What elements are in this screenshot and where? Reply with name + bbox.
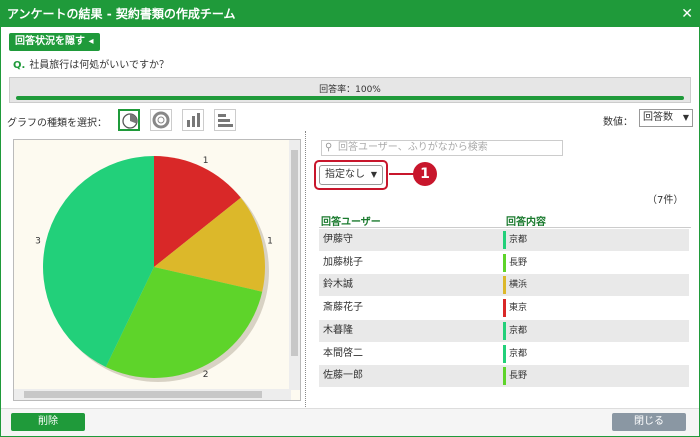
user-name: 斎藤花子	[323, 302, 363, 314]
chart-type-label: グラフの種類を選択：	[7, 118, 107, 129]
answer-color-bar	[503, 299, 506, 318]
close-icon[interactable]: ✕	[681, 1, 693, 27]
survey-result-dialog: アンケートの結果 - 契約書類の作成チーム ✕ 回答状況を隠す ◂ Q. 社員旅行…	[0, 0, 700, 437]
table-row[interactable]: 斎藤花子 東京	[319, 297, 689, 319]
filter-value: 指定なし	[325, 169, 365, 180]
user-name: 本間啓二	[323, 347, 363, 359]
value-select-value: 回答数	[643, 112, 673, 123]
answer-value: 京都	[509, 325, 528, 336]
filter-select[interactable]: 指定なし ▼	[319, 165, 383, 185]
pie-chart: 1 1 2 3	[35, 156, 273, 382]
callout-line	[389, 173, 415, 175]
window-title: アンケートの結果 - 契約書類の作成チーム	[7, 7, 236, 21]
close-button[interactable]: 閉じる	[612, 413, 686, 431]
table-row[interactable]: 加藤桃子 長野	[319, 252, 689, 274]
hide-status-button[interactable]: 回答状況を隠す ◂	[9, 33, 100, 51]
slice-label: 1	[267, 237, 273, 247]
horizontal-scrollbar[interactable]	[14, 389, 291, 400]
chevron-down-icon: ▼	[682, 113, 689, 122]
bar-chart-icon[interactable]	[182, 109, 204, 131]
column-header-user: 回答ユーザー	[321, 217, 381, 228]
table-row[interactable]: 本間啓二 京都	[319, 343, 689, 365]
chart-area: 1 1 2 3	[13, 139, 301, 401]
answer-color-bar	[503, 253, 506, 272]
question-text: 社員旅行は何処がいいですか？	[29, 60, 170, 71]
answer-color-bar	[503, 321, 506, 340]
table-row[interactable]: 木暮隆 京都	[319, 319, 689, 342]
search-icon: ⚲	[325, 142, 333, 153]
table-row[interactable]: 鈴木誠 横浜	[319, 274, 689, 297]
header-divider	[319, 227, 691, 228]
panel-divider[interactable]	[305, 131, 306, 407]
table-row[interactable]: 伊藤守 京都	[319, 229, 689, 251]
result-count: （7件）	[647, 195, 684, 206]
delete-button[interactable]: 削除	[11, 413, 85, 431]
user-name: 加藤桃子	[323, 256, 363, 268]
footer	[1, 408, 699, 436]
slice-label: 3	[35, 237, 41, 247]
scroll-thumb[interactable]	[291, 150, 298, 356]
response-rate-label: 回答率：100%	[319, 85, 381, 95]
answer-color-bar	[503, 367, 506, 386]
value-select[interactable]: 回答数 ▼	[639, 109, 693, 127]
pie-chart-icon[interactable]	[118, 109, 140, 131]
answer-value: 京都	[509, 348, 528, 359]
answer-color-bar	[503, 344, 506, 363]
answer-value: 長野	[509, 257, 528, 268]
user-name: 佐藤一郎	[323, 370, 363, 382]
answer-color-bar	[503, 276, 506, 295]
answer-value: 東京	[509, 303, 528, 314]
user-name: 木暮隆	[323, 324, 353, 336]
scroll-thumb[interactable]	[24, 391, 262, 398]
response-rate-panel: 回答率：100%	[9, 77, 691, 103]
vertical-scrollbar[interactable]	[289, 140, 300, 390]
search-placeholder: 回答ユーザー、ふりがなから検索	[338, 142, 488, 153]
response-rate-bar	[16, 96, 684, 100]
chevron-down-icon: ▼	[370, 170, 377, 179]
title-bar: アンケートの結果 - 契約書類の作成チーム ✕	[1, 1, 699, 27]
question: Q. 社員旅行は何処がいいですか？	[13, 56, 169, 71]
donut-chart-icon[interactable]	[150, 109, 172, 131]
slice-label: 2	[203, 370, 209, 380]
horizontal-bar-chart-icon[interactable]	[214, 109, 236, 131]
question-prefix: Q.	[13, 60, 26, 71]
user-name: 伊藤守	[323, 234, 353, 245]
slice-label: 1	[203, 156, 209, 166]
user-name: 鈴木誠	[323, 279, 353, 291]
search-input[interactable]: ⚲ 回答ユーザー、ふりがなから検索	[321, 140, 563, 156]
column-header-answer: 回答内容	[506, 217, 546, 228]
callout-number: 1	[413, 162, 437, 186]
table-row[interactable]: 佐藤一郎 長野	[319, 365, 689, 388]
answer-value: 横浜	[509, 280, 528, 291]
answer-value: 京都	[509, 235, 528, 245]
answer-color-bar	[503, 231, 506, 249]
value-select-label: 数値：	[603, 117, 633, 128]
answer-value: 長野	[509, 371, 528, 382]
